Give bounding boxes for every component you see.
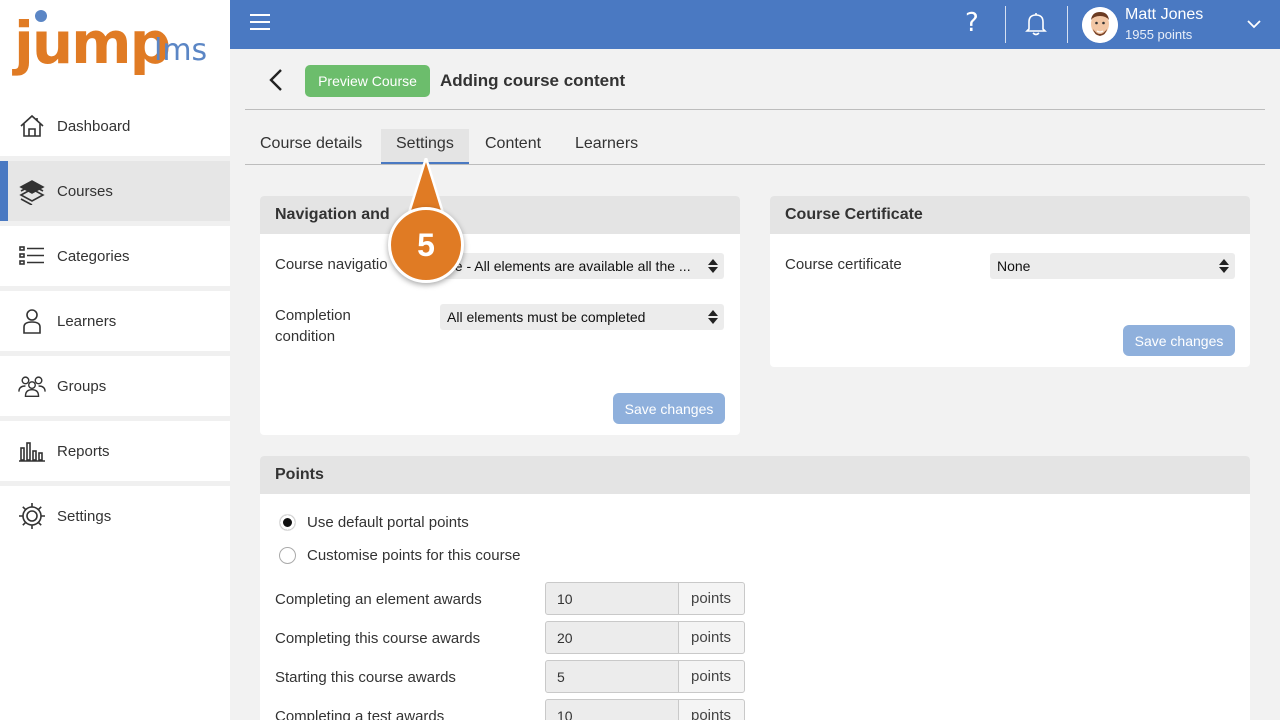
sidebar-item-label: Reports: [57, 442, 110, 460]
sidebar-item-groups[interactable]: Groups: [0, 356, 230, 416]
gear-icon: [18, 502, 46, 530]
sidebar-item-categories[interactable]: Categories: [0, 226, 230, 286]
top-bar: ? Matt Jones 1955 points: [230, 0, 1280, 49]
bar-chart-icon: [18, 437, 46, 465]
home-icon: [18, 112, 46, 140]
help-icon[interactable]: ?: [965, 10, 979, 36]
completion-condition-value: All elements must be completed: [447, 309, 646, 325]
sidebar-item-label: Learners: [57, 312, 117, 330]
points-row-label: Completing a test awards: [275, 708, 445, 720]
default-points-radio[interactable]: [279, 514, 296, 531]
sidebar-item-label: Groups: [57, 377, 107, 395]
default-points-label: Use default portal points: [307, 514, 469, 531]
menu-icon[interactable]: [250, 14, 270, 34]
sidebar-item-label: Dashboard: [57, 117, 131, 135]
sort-arrows-icon: [708, 259, 718, 273]
sidebar-item-label: Categories: [57, 247, 130, 265]
tab-content[interactable]: Content: [470, 129, 556, 165]
points-card-title: Points: [260, 456, 1250, 494]
points-unit: points: [678, 699, 745, 720]
navigation-card-title: Navigation and: [260, 196, 740, 234]
points-input[interactable]: 10: [545, 699, 679, 720]
sidebar-item-learners[interactable]: Learners: [0, 291, 230, 351]
person-icon: [18, 307, 46, 335]
certificate-card: Course Certificate Course certificate No…: [770, 196, 1250, 367]
points-unit: points: [678, 621, 745, 654]
user-name[interactable]: Matt Jones: [1125, 6, 1203, 24]
logo-jump-text: jump: [14, 9, 171, 77]
certificate-card-title: Course Certificate: [770, 196, 1250, 234]
group-icon: [18, 372, 46, 400]
bell-icon[interactable]: [1025, 12, 1049, 36]
sort-arrows-icon: [1219, 259, 1229, 273]
sidebar-item-courses[interactable]: Courses: [0, 161, 230, 221]
topbar-divider: [1005, 6, 1006, 43]
avatar[interactable]: [1082, 7, 1118, 43]
tab-course-details[interactable]: Course details: [245, 129, 377, 165]
points-input[interactable]: 5: [545, 660, 679, 693]
user-points: 1955 points: [1125, 27, 1193, 42]
tabs-divider: [245, 164, 1265, 165]
topbar-divider: [1067, 6, 1068, 43]
completion-condition-select[interactable]: All elements must be completed: [440, 304, 724, 330]
points-row-label: Starting this course awards: [275, 669, 456, 686]
points-input[interactable]: 20: [545, 621, 679, 654]
preview-course-button[interactable]: Preview Course: [305, 65, 430, 97]
course-certificate-select[interactable]: None: [990, 253, 1235, 279]
save-certificate-button[interactable]: Save changes: [1123, 325, 1235, 356]
points-unit: points: [678, 582, 745, 615]
page-title: Adding course content: [440, 71, 626, 90]
course-certificate-label: Course certificate: [785, 256, 902, 273]
points-card: Points Use default portal points Customi…: [260, 456, 1250, 720]
course-navigation-value: ee - All elements are available all the …: [447, 258, 691, 274]
navigation-card: Navigation and Course navigatio ee - All…: [260, 196, 740, 435]
sidebar-item-dashboard[interactable]: Dashboard: [0, 96, 230, 156]
course-navigation-label: Course navigatio: [275, 256, 388, 273]
completion-condition-label: Completion condition: [275, 307, 351, 345]
sidebar-item-settings[interactable]: Settings: [0, 486, 230, 546]
chevron-down-icon[interactable]: [1246, 16, 1262, 32]
sidebar-item-reports[interactable]: Reports: [0, 421, 230, 481]
tab-learners[interactable]: Learners: [560, 129, 653, 165]
main-content: Preview Course Adding course content Cou…: [230, 49, 1280, 720]
sidebar: jump lms Dashboard Courses Categories Le…: [0, 0, 230, 720]
header-divider: [245, 109, 1265, 110]
logo-dot: [35, 10, 47, 22]
sort-arrows-icon: [708, 310, 718, 324]
points-unit: points: [678, 660, 745, 693]
course-certificate-value: None: [997, 258, 1031, 274]
jumplms-logo[interactable]: jump lms: [14, 8, 224, 88]
sidebar-item-label: Settings: [57, 507, 112, 525]
books-icon: [18, 177, 46, 205]
points-input[interactable]: 10: [545, 582, 679, 615]
sidebar-item-label: Courses: [57, 182, 113, 200]
points-row-label: Completing an element awards: [275, 591, 482, 608]
list-icon: [18, 242, 46, 270]
course-navigation-select[interactable]: ee - All elements are available all the …: [440, 253, 724, 279]
custom-points-label: Customise points for this course: [307, 547, 521, 564]
points-row-label: Completing this course awards: [275, 630, 481, 647]
logo-lms-text: lms: [154, 33, 208, 68]
custom-points-radio[interactable]: [279, 547, 296, 564]
save-navigation-button[interactable]: Save changes: [613, 393, 725, 424]
step-bubble: 5: [388, 207, 464, 283]
back-arrow-icon[interactable]: [266, 68, 286, 92]
